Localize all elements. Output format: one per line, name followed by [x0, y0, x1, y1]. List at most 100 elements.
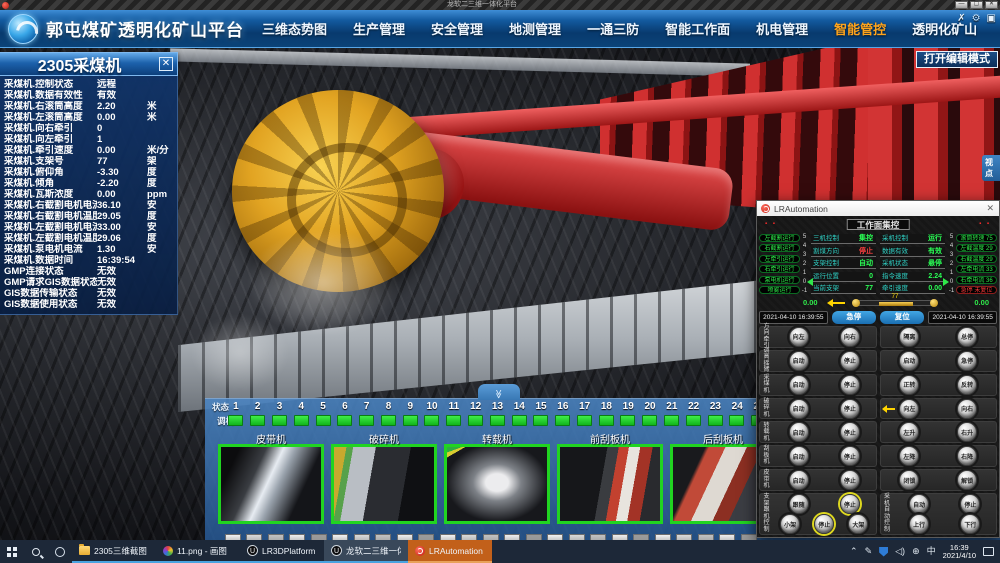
taskbar-app-1[interactable]: 11.png - 画图	[156, 540, 240, 563]
support-square[interactable]	[424, 415, 439, 426]
security-shield-icon[interactable]	[879, 547, 888, 557]
nav-item-7[interactable]: 智能管控	[834, 19, 886, 38]
close-button[interactable]: ✕	[985, 1, 998, 9]
support-square[interactable]	[294, 415, 309, 426]
round-button-启动[interactable]: 启动	[789, 422, 809, 442]
collapse-strip-button[interactable]: ≪	[478, 384, 520, 400]
taskbar-app-4[interactable]: LRAutomation	[408, 540, 492, 563]
round-button-小架[interactable]: 小架	[780, 514, 800, 534]
support-square[interactable]	[337, 415, 352, 426]
hidden-icons-chevron[interactable]: ⌃	[850, 540, 858, 563]
close-icon[interactable]: ✕	[159, 57, 173, 71]
status-pill[interactable]: 左牵引运行	[759, 255, 800, 263]
round-button-停止[interactable]: 停止	[840, 494, 860, 514]
round-button-停止[interactable]: 停止	[814, 514, 834, 534]
support-square[interactable]	[446, 415, 461, 426]
round-button-向左[interactable]: 向左	[789, 327, 809, 347]
search-button[interactable]	[24, 540, 48, 563]
workface-control-tab[interactable]: 工作面集控	[847, 219, 910, 230]
round-button-停止[interactable]: 停止	[960, 494, 980, 514]
round-button-停止[interactable]: 停止	[840, 351, 860, 371]
support-square[interactable]	[228, 415, 243, 426]
status-pill[interactable]: 右截割运行	[759, 244, 800, 252]
round-button-总停[interactable]: 总停	[957, 327, 977, 347]
round-button-急停[interactable]: 急停	[957, 351, 977, 371]
round-button-启动[interactable]: 启动	[789, 470, 809, 490]
round-button-向右[interactable]: 向右	[957, 399, 977, 419]
support-square[interactable]	[599, 415, 614, 426]
round-button-停止[interactable]: 停止	[840, 375, 860, 395]
nav-item-6[interactable]: 机电管理	[756, 19, 808, 38]
round-button-启动[interactable]: 启动	[899, 351, 919, 371]
taskbar-app-2[interactable]: ULR3DPlatform - U...	[240, 540, 324, 563]
start-button[interactable]	[0, 540, 24, 563]
camera-thumbnail[interactable]	[444, 444, 550, 524]
gear-icon[interactable]: ⚙	[972, 13, 981, 25]
status-pill[interactable]: 左牵电流 33	[956, 265, 997, 273]
estop-button[interactable]: 急停	[832, 311, 876, 324]
support-square[interactable]	[686, 415, 701, 426]
round-button-正转[interactable]: 正转	[899, 375, 919, 395]
round-button-停止[interactable]: 停止	[840, 422, 860, 442]
round-button-解锁[interactable]: 解锁	[957, 470, 977, 490]
cortana-button[interactable]	[48, 540, 72, 563]
round-button-右降[interactable]: 右降	[957, 446, 977, 466]
support-square[interactable]	[708, 415, 723, 426]
round-button-右升[interactable]: 右升	[957, 422, 977, 442]
status-pill[interactable]: 右截温度 29	[956, 255, 997, 263]
slider-handle[interactable]	[879, 302, 913, 306]
nav-item-5[interactable]: 智能工作面	[665, 19, 730, 38]
support-square[interactable]	[642, 415, 657, 426]
status-pill[interactable]: 左截温度 29	[956, 244, 997, 252]
network-globe-icon[interactable]: ⊕	[912, 540, 920, 563]
round-button-停止[interactable]: 停止	[840, 399, 860, 419]
nav-item-0[interactable]: 三维态势图	[262, 19, 327, 38]
support-square[interactable]	[664, 415, 679, 426]
maximize-button[interactable]: ▢	[970, 1, 983, 9]
round-button-启动[interactable]: 启动	[789, 375, 809, 395]
minimize-button[interactable]: —	[955, 1, 968, 9]
round-button-闭锁[interactable]: 闭锁	[899, 470, 919, 490]
volume-icon[interactable]: ◁)	[895, 540, 905, 563]
camera-thumbnail[interactable]	[331, 444, 437, 524]
nav-item-4[interactable]: 一通三防	[587, 19, 639, 38]
round-button-启动[interactable]: 启动	[789, 351, 809, 371]
round-button-反转[interactable]: 反转	[957, 375, 977, 395]
support-square[interactable]	[468, 415, 483, 426]
clock[interactable]: 16:39 2021/4/10	[943, 544, 976, 560]
reset-button[interactable]: 复位	[880, 311, 924, 324]
support-square[interactable]	[316, 415, 331, 426]
open-edit-mode-button[interactable]: 打开编辑模式	[916, 51, 998, 68]
status-pill[interactable]: 右牵引运行	[759, 265, 800, 273]
pen-icon[interactable]: ✎	[865, 540, 873, 563]
support-square[interactable]	[729, 415, 744, 426]
nav-item-3[interactable]: 地测管理	[509, 19, 561, 38]
support-square[interactable]	[403, 415, 418, 426]
support-square[interactable]	[272, 415, 287, 426]
support-square[interactable]	[512, 415, 527, 426]
camera-thumbnail[interactable]	[557, 444, 663, 524]
status-pill[interactable]: 急停 未复位	[956, 286, 997, 294]
ime-indicator[interactable]: 中	[927, 540, 936, 563]
nav-item-2[interactable]: 安全管理	[431, 19, 483, 38]
support-square[interactable]	[490, 415, 505, 426]
round-button-启动[interactable]: 启动	[789, 446, 809, 466]
nav-item-1[interactable]: 生产管理	[353, 19, 405, 38]
support-square[interactable]	[620, 415, 635, 426]
taskbar-app-3[interactable]: U龙软二三维一体化...	[324, 540, 408, 563]
support-square[interactable]	[555, 415, 570, 426]
round-button-向右[interactable]: 向右	[840, 327, 860, 347]
round-button-上行[interactable]: 上行	[909, 514, 929, 534]
round-button-隔离[interactable]: 隔离	[899, 327, 919, 347]
status-pill[interactable]: 泵电机运行	[759, 276, 800, 284]
restore-icon[interactable]: ▣	[987, 13, 996, 25]
round-button-下行[interactable]: 下行	[960, 514, 980, 534]
taskbar-app-0[interactable]: 2305三维截图	[72, 540, 156, 563]
viewpoint-tab[interactable]: 视点	[982, 155, 1000, 181]
round-button-停止[interactable]: 停止	[840, 446, 860, 466]
status-pill[interactable]: 左截割运行	[759, 234, 800, 242]
status-pill[interactable]: 右牵电流 36	[956, 276, 997, 284]
tool-icon[interactable]: ✗	[957, 13, 965, 25]
status-pill[interactable]: 喷雾运行	[759, 286, 800, 294]
status-pill[interactable]: 滚筒转速 75	[956, 234, 997, 242]
